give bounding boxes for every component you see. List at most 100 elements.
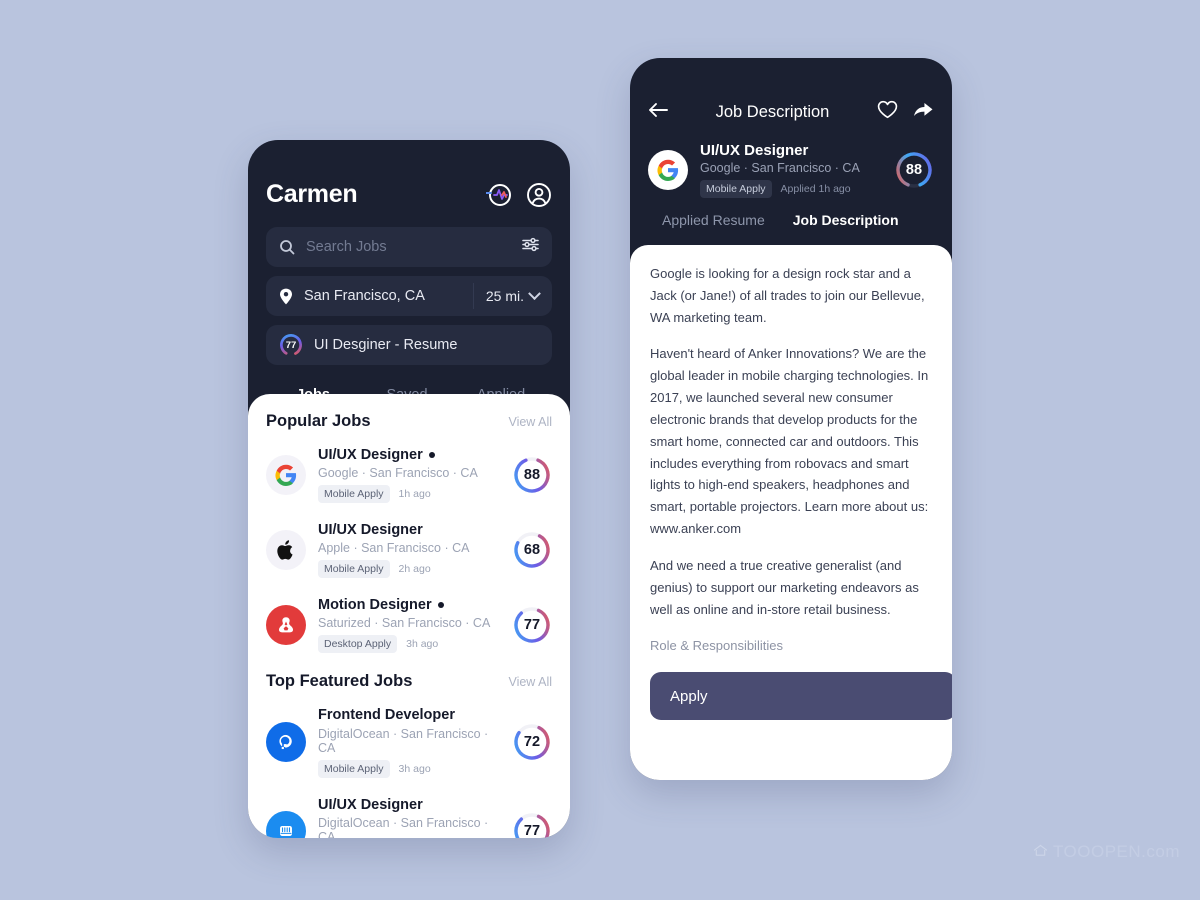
- location-filter-row[interactable]: San Francisco, CA 25 mi.: [266, 276, 552, 316]
- job-title-row: UI/UX Designer: [318, 796, 500, 814]
- pulse-activity-icon[interactable]: [485, 182, 512, 208]
- job-title: UI/UX Designer: [700, 142, 809, 159]
- job-title: UI/UX Designer: [318, 522, 423, 539]
- match-score-value: 88: [523, 466, 541, 483]
- description-body: Google is looking for a design rock star…: [650, 263, 932, 716]
- account-avatar-icon[interactable]: [526, 182, 552, 208]
- search-input[interactable]: Search Jobs: [266, 227, 552, 267]
- saturized-logo: [266, 604, 306, 645]
- radius-selector[interactable]: 25 mi.: [485, 286, 541, 304]
- applied-time: Applied 1h ago: [780, 183, 851, 195]
- score-ring-wrap: 72: [512, 722, 552, 762]
- job-list-item[interactable]: Motion Designer Saturized · San Francisc…: [266, 587, 552, 662]
- phone-job-description: Job Description UI/UX Designer Google · …: [630, 58, 952, 780]
- cloud-icon: [1033, 844, 1048, 860]
- resume-row[interactable]: 77 UI Desginer - Resume: [266, 325, 552, 365]
- description-paragraph-2: Haven't heard of Anker Innovations? We a…: [650, 346, 929, 537]
- job-tags: Desktop Apply 3h ago: [318, 635, 500, 654]
- job-list-item[interactable]: UI/UX Designer DigitalOcean · San Franci…: [266, 787, 552, 839]
- match-score-value: 72: [523, 733, 541, 750]
- score-ring-wrap: 88: [512, 455, 552, 495]
- section-title: Popular Jobs: [266, 412, 371, 430]
- heart-icon[interactable]: [877, 100, 898, 124]
- job-title-row: UI/UX Designer: [318, 521, 500, 539]
- tab-applied-resume[interactable]: Applied Resume: [662, 212, 765, 228]
- job-meta: DigitalOcean · San Francisco · CA: [318, 815, 489, 838]
- header-icon-group: [485, 182, 552, 208]
- job-list-item[interactable]: Frontend Developer DigitalOcean · San Fr…: [266, 697, 552, 786]
- view-all-link[interactable]: View All: [508, 415, 552, 429]
- posted-time: 2h ago: [398, 563, 431, 576]
- resume-label: UI Desginer - Resume: [314, 337, 458, 353]
- nav-bar: Job Description: [648, 100, 934, 124]
- job-list-sheet: Popular Jobs View All UI/UX Designer Goo…: [248, 394, 570, 838]
- match-score-value: 68: [523, 541, 541, 558]
- page-title: Job Description: [715, 102, 830, 121]
- job-tags: Mobile Apply 1h ago: [318, 485, 500, 504]
- filter-sliders-icon[interactable]: [522, 237, 539, 257]
- match-score-ring: 88: [512, 455, 552, 495]
- section-header-popular: Popular Jobs View All: [266, 412, 552, 431]
- job-tags: Mobile Apply 3h ago: [318, 759, 500, 778]
- job-title: UI/UX Designer: [318, 447, 423, 463]
- resume-score-value: 77: [285, 339, 297, 351]
- back-arrow-icon[interactable]: [648, 102, 668, 123]
- new-indicator-dot: [437, 602, 444, 609]
- description-sheet: Google is looking for a design rock star…: [630, 245, 952, 780]
- job-title: Frontend Developer: [318, 707, 455, 724]
- digitalocean-alt-logo: [266, 811, 306, 838]
- posted-time: 3h ago: [398, 762, 431, 775]
- score-ring-wrap: 77: [512, 605, 552, 645]
- share-arrow-icon[interactable]: [912, 100, 934, 124]
- apply-type-chip: Desktop Apply: [318, 635, 398, 654]
- digitalocean-logo: [266, 721, 306, 762]
- match-score-ring: 77: [512, 605, 552, 645]
- description-paragraph-3: And we need a true creative generalist (…: [650, 557, 919, 617]
- apply-button[interactable]: Apply: [650, 672, 952, 720]
- job-title-row: Frontend Developer: [318, 706, 500, 724]
- google-logo: [266, 454, 306, 495]
- radius-value: 25 mi.: [485, 288, 524, 304]
- section-title: Top Featured Jobs: [266, 672, 413, 691]
- job-meta: Apple · San Francisco · CA: [318, 541, 470, 556]
- job-title: UI/UX Designer: [318, 796, 423, 813]
- score-ring-wrap: 68: [512, 530, 552, 570]
- job-info: UI/UX Designer DigitalOcean · San Franci…: [318, 796, 500, 839]
- score-ring-wrap: 77: [512, 811, 552, 838]
- new-indicator-dot: [428, 452, 435, 459]
- app-brand-title: Carmen: [266, 180, 358, 208]
- google-logo: [648, 150, 688, 190]
- apply-type-chip: Mobile Apply: [318, 485, 390, 504]
- job-list-item[interactable]: UI/UX Designer Apple · San Francisco · C…: [266, 512, 552, 587]
- right-tab-bar: Applied Resume Job Description: [630, 198, 952, 242]
- view-all-link[interactable]: View All: [508, 675, 552, 689]
- screenshot-canvas: Carmen Search Jobs San Francisco, CA 25 …: [0, 0, 1200, 900]
- job-meta: Google · San Francisco · CA: [318, 466, 478, 481]
- job-tags: Mobile Apply 2h ago: [318, 560, 500, 579]
- description-paragraph-1: Google is looking for a design rock star…: [650, 266, 925, 325]
- chevron-down-icon: [528, 286, 541, 300]
- location-value: San Francisco, CA: [304, 288, 425, 304]
- phone-job-list: Carmen Search Jobs San Francisco, CA 25 …: [248, 140, 570, 838]
- apple-logo: [266, 529, 306, 570]
- match-score-ring: 72: [512, 722, 552, 762]
- location-divider: [472, 283, 474, 309]
- job-title-row: Motion Designer: [318, 596, 500, 614]
- job-info: Frontend Developer DigitalOcean · San Fr…: [318, 706, 500, 778]
- resume-score-ring: 77: [279, 333, 303, 357]
- job-info: UI/UX Designer Google · San Francisco · …: [318, 446, 500, 504]
- tab-job-description[interactable]: Job Description: [793, 212, 899, 228]
- match-score-ring: 77: [512, 811, 552, 838]
- section-header-featured: Top Featured Jobs View All: [266, 672, 552, 691]
- location-pin-icon: [279, 288, 293, 305]
- job-info: Motion Designer Saturized · San Francisc…: [318, 596, 500, 654]
- job-list-item[interactable]: UI/UX Designer Google · San Francisco · …: [266, 437, 552, 512]
- left-header: Carmen Search Jobs San Francisco, CA 25 …: [248, 140, 570, 365]
- match-score-ring: 68: [512, 530, 552, 570]
- match-score-ring: 88: [894, 150, 934, 190]
- posted-time: 1h ago: [398, 488, 431, 501]
- job-meta: DigitalOcean · San Francisco · CA: [318, 726, 489, 755]
- search-placeholder: Search Jobs: [306, 239, 387, 255]
- apply-type-chip: Mobile Apply: [700, 180, 772, 198]
- brand-row: Carmen: [266, 180, 552, 209]
